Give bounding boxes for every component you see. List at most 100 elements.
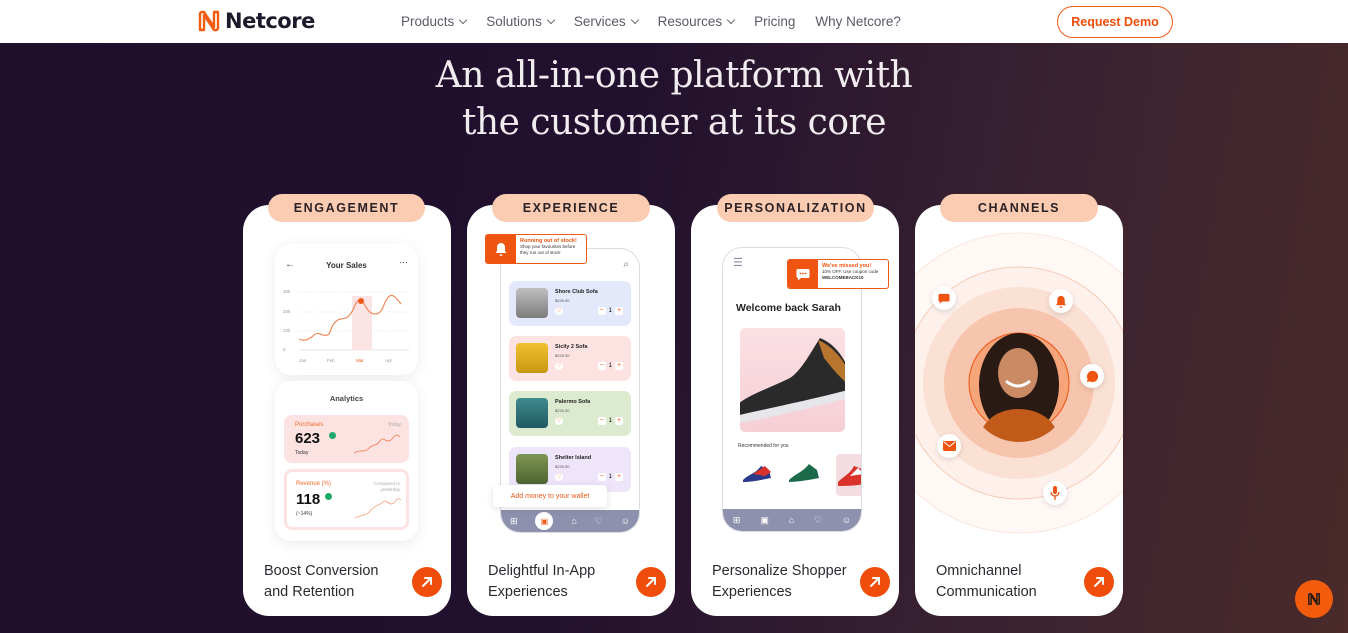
- heart-icon[interactable]: ♡: [555, 473, 563, 481]
- chair-image: [516, 343, 548, 373]
- card-arrow-button[interactable]: [636, 567, 666, 597]
- bag-icon[interactable]: ⌂: [789, 515, 794, 525]
- menu-products[interactable]: Products: [401, 14, 468, 29]
- purchases-card: Purchases Today 623 Today: [284, 415, 409, 463]
- recommended-shoe[interactable]: [836, 454, 861, 496]
- quantity-stepper[interactable]: −1 +: [597, 473, 623, 481]
- heart-icon[interactable]: ♡: [555, 307, 563, 315]
- revenue-value: 118: [296, 491, 321, 508]
- heart-icon[interactable]: ♡: [595, 516, 603, 527]
- analytics-widget: Analytics Purchases Today 623 Today Reve…: [275, 381, 418, 541]
- card-personalization[interactable]: ☰ Welcome back Sarah Recommended for you…: [691, 205, 899, 616]
- card-arrow-button[interactable]: [1084, 567, 1114, 597]
- product-item[interactable]: Sicily 2 Sofa $229.00 ♡ −1 +: [509, 336, 631, 381]
- search-icon[interactable]: ⌕: [623, 259, 629, 270]
- plus-button[interactable]: +: [615, 473, 623, 481]
- x-tick: Apr: [385, 358, 393, 363]
- bell-icon: [486, 235, 516, 263]
- quantity-stepper[interactable]: −1 +: [597, 417, 623, 425]
- revenue-label: Revenue (%): [296, 481, 332, 487]
- request-demo-button[interactable]: Request Demo: [1057, 6, 1173, 38]
- toast-text: they run out of stock: [520, 250, 561, 255]
- heart-icon[interactable]: ♡: [555, 417, 563, 425]
- featured-shoe[interactable]: [735, 328, 848, 432]
- stock-notification[interactable]: Running out of stock! Shop your favourite…: [485, 234, 587, 264]
- purchases-label: Purchases: [295, 422, 324, 428]
- bottom-tab-bar: ⊞ ▣ ⌂ ♡ ☺: [723, 509, 861, 531]
- recommended-label: Recommended for you: [738, 443, 789, 449]
- product-name: Shore Club Sofa: [555, 289, 598, 295]
- email-icon[interactable]: [937, 434, 961, 458]
- recommended-shoe[interactable]: [739, 456, 775, 486]
- purchases-sub: Today: [295, 450, 309, 456]
- product-item[interactable]: Shore Club Sofa $229.00 ♡ −1 +: [509, 281, 631, 326]
- plus-button[interactable]: +: [615, 307, 623, 315]
- hamburger-menu-icon[interactable]: ☰: [733, 256, 743, 269]
- highlight-point[interactable]: [358, 298, 364, 304]
- card-title: Omnichannel Communication: [936, 563, 1037, 600]
- grid-icon[interactable]: ⊞: [733, 515, 741, 526]
- sales-line: [298, 294, 402, 341]
- card-engagement[interactable]: ← Your Sales ··· 30k 20k 10k 0 Jan Feb M…: [243, 205, 451, 616]
- coupon-notification[interactable]: We've missed you! 10% OFF. Use coupon cod…: [787, 259, 889, 289]
- whatsapp-icon[interactable]: [1080, 364, 1104, 388]
- menu-label: Resources: [657, 14, 723, 29]
- card-channels[interactable]: Omnichannel Communication: [915, 205, 1123, 616]
- chevron-down-icon: [459, 15, 468, 24]
- quantity-stepper[interactable]: −1 +: [597, 362, 623, 370]
- chevron-down-icon: [630, 15, 639, 24]
- card-arrow-button[interactable]: [412, 567, 442, 597]
- menu-label: Solutions: [486, 14, 542, 29]
- x-tick-highlight: Mar: [356, 358, 364, 363]
- sales-chart: [298, 291, 409, 351]
- netcore-chat-button[interactable]: [1295, 580, 1333, 618]
- microphone-icon[interactable]: [1043, 481, 1067, 505]
- grid-icon[interactable]: ⊞: [510, 516, 518, 527]
- minus-button[interactable]: −: [597, 473, 606, 481]
- card-experience[interactable]: ⌕ Shore Club Sofa $229.00 ♡ −1 + Sicily 2…: [467, 205, 675, 616]
- top-navbar: Netcore Products Solutions Services Reso…: [0, 0, 1348, 43]
- sms-icon[interactable]: [932, 286, 956, 310]
- qty-value: 1: [608, 308, 612, 314]
- chat-icon: [788, 260, 818, 288]
- y-tick: 0: [283, 347, 286, 352]
- heart-icon[interactable]: ♡: [814, 515, 822, 526]
- minus-button[interactable]: −: [597, 307, 606, 315]
- sales-widget: ← Your Sales ··· 30k 20k 10k 0 Jan Feb M…: [275, 244, 418, 375]
- chevron-down-icon: [726, 15, 736, 24]
- revenue-sub: (~14%): [296, 511, 313, 517]
- greeting: Welcome back Sarah: [736, 302, 841, 314]
- menu-why-netcore[interactable]: Why Netcore?: [815, 14, 901, 29]
- up-indicator-icon: [329, 432, 336, 439]
- user-icon[interactable]: ☺: [842, 515, 851, 525]
- product-price: $229.00: [555, 408, 570, 413]
- minus-button[interactable]: −: [597, 362, 606, 370]
- menu-resources[interactable]: Resources: [657, 14, 736, 29]
- card-arrow-button[interactable]: [860, 567, 890, 597]
- wallet-icon[interactable]: ▣: [760, 515, 769, 526]
- menu-pricing[interactable]: Pricing: [754, 14, 795, 29]
- wallet-icon[interactable]: ▣: [535, 512, 554, 530]
- minus-button[interactable]: −: [597, 417, 606, 425]
- quantity-stepper[interactable]: −1 +: [597, 307, 623, 315]
- analytics-title: Analytics: [329, 394, 364, 403]
- plus-button[interactable]: +: [615, 362, 623, 370]
- heart-icon[interactable]: ♡: [555, 362, 563, 370]
- bell-icon[interactable]: [1049, 289, 1073, 313]
- product-price: $229.00: [555, 464, 570, 469]
- menu-label: Products: [401, 14, 455, 29]
- netcore-logo-icon: [1307, 592, 1321, 606]
- menu-services[interactable]: Services: [574, 14, 639, 29]
- card-title: Delightful In-App Experiences: [488, 563, 596, 600]
- tag-channels: CHANNELS: [940, 194, 1098, 222]
- user-icon[interactable]: ☺: [621, 516, 630, 526]
- bag-icon[interactable]: ⌂: [571, 516, 576, 526]
- plus-button[interactable]: +: [615, 417, 623, 425]
- product-item[interactable]: Palermo Sofa $229.00 ♡ −1 +: [509, 391, 631, 436]
- qty-value: 1: [608, 474, 612, 480]
- netcore-logo[interactable]: Netcore: [197, 9, 315, 33]
- recommended-shoe[interactable]: [785, 456, 821, 486]
- menu-solutions[interactable]: Solutions: [486, 14, 556, 29]
- hero-line-1: An all-in-one platform with: [435, 55, 913, 96]
- chair-image: [516, 398, 548, 428]
